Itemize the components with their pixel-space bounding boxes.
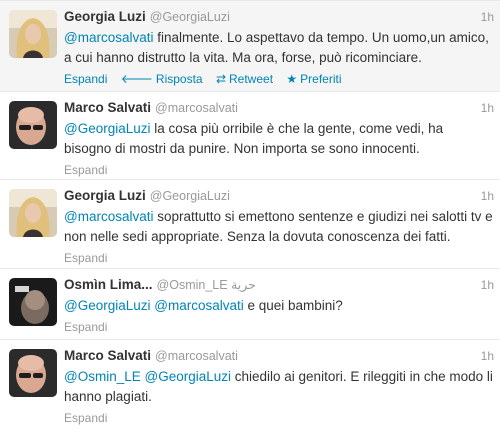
- mention-link[interactable]: @marcosalvati: [64, 209, 153, 224]
- tweet-actions: Espandi: [64, 319, 494, 335]
- tweet-fullname[interactable]: Georgia Luzi: [64, 9, 146, 24]
- tweet-text: @Osmin_LE @GeorgiaLuzi chiedilo ai genit…: [64, 369, 493, 404]
- tweet-item[interactable]: Marco Salvati @marcosalvati 1h @GeorgiaLu…: [0, 92, 500, 180]
- tweet-text: @marcosalvati finalmente. Lo aspettavo d…: [64, 30, 489, 65]
- tweet-text: @GeorgiaLuzi @marcosalvati e quei bambin…: [64, 298, 343, 313]
- reply-arrow-icon: 🡐: [120, 72, 153, 86]
- avatar[interactable]: [9, 189, 57, 237]
- tweet-item[interactable]: Georgia Luzi @GeorgiaLuzi 1h @marcosalvat…: [0, 180, 500, 269]
- tweet-timestamp[interactable]: 1h: [481, 276, 494, 294]
- expand-link[interactable]: Espandi: [64, 72, 107, 86]
- mention-link[interactable]: @marcosalvati: [64, 30, 153, 45]
- tweet-username[interactable]: @GeorgiaLuzi: [150, 189, 230, 203]
- reply-button[interactable]: 🡐 Risposta: [121, 72, 203, 86]
- tweet-username[interactable]: @marcosalvati: [155, 101, 238, 115]
- tweet-username[interactable]: @marcosalvati: [155, 349, 238, 363]
- mention-link[interactable]: @GeorgiaLuzi: [145, 369, 232, 384]
- mention-link[interactable]: @GeorgiaLuzi: [64, 121, 151, 136]
- tweet-username[interactable]: @Osmin_LE حرية: [157, 278, 256, 292]
- tweet-actions: Espandi: [64, 162, 494, 178]
- avatar[interactable]: [9, 349, 57, 397]
- tweet-item[interactable]: Osmìn Lima... @Osmin_LE حرية 1h @GeorgiaL…: [0, 269, 500, 340]
- tweet-timestamp[interactable]: 1h: [481, 187, 494, 205]
- tweet-text: @GeorgiaLuzi la cosa più orribile è che …: [64, 121, 444, 156]
- expand-link[interactable]: Espandi: [64, 251, 107, 265]
- avatar[interactable]: [9, 10, 57, 58]
- tweet-actions: Espandi: [64, 410, 494, 426]
- tweet-timestamp[interactable]: 1h: [481, 347, 494, 365]
- expand-link[interactable]: Espandi: [64, 163, 107, 177]
- mention-link[interactable]: @Osmin_LE: [64, 369, 141, 384]
- retweet-icon: ⇄: [215, 72, 226, 86]
- mention-link[interactable]: @GeorgiaLuzi: [64, 298, 151, 313]
- avatar[interactable]: [9, 101, 57, 149]
- tweet-item[interactable]: Marco Salvati @marcosalvati 1h @Osmin_LE …: [0, 340, 500, 425]
- tweet-timestamp[interactable]: 1h: [481, 8, 494, 26]
- tweet-fullname[interactable]: Osmìn Lima...: [64, 277, 153, 292]
- expand-link[interactable]: Espandi: [64, 411, 107, 425]
- tweet-username[interactable]: @GeorgiaLuzi: [150, 10, 230, 24]
- retweet-button[interactable]: ⇄ Retweet: [216, 72, 273, 86]
- tweet-text: @marcosalvati soprattutto si emettono se…: [64, 209, 493, 244]
- star-icon: ★: [286, 72, 298, 86]
- favorite-button[interactable]: ★ Preferiti: [286, 72, 341, 86]
- tweet-actions: Espandi 🡐 Risposta ⇄ Retweet ★ Preferiti: [64, 71, 494, 87]
- tweet-fullname[interactable]: Georgia Luzi: [64, 188, 146, 203]
- tweet-fullname[interactable]: Marco Salvati: [64, 100, 151, 115]
- mention-link[interactable]: @marcosalvati: [154, 298, 243, 313]
- tweet-timestamp[interactable]: 1h: [481, 99, 494, 117]
- tweet-actions: Espandi: [64, 250, 494, 266]
- tweet-item[interactable]: Georgia Luzi @GeorgiaLuzi 1h @marcosalvat…: [0, 1, 500, 92]
- expand-link[interactable]: Espandi: [64, 320, 107, 334]
- tweet-fullname[interactable]: Marco Salvati: [64, 348, 151, 363]
- avatar[interactable]: [9, 278, 57, 326]
- tweet-timeline: Georgia Luzi @GeorgiaLuzi 1h @marcosalvat…: [0, 0, 500, 445]
